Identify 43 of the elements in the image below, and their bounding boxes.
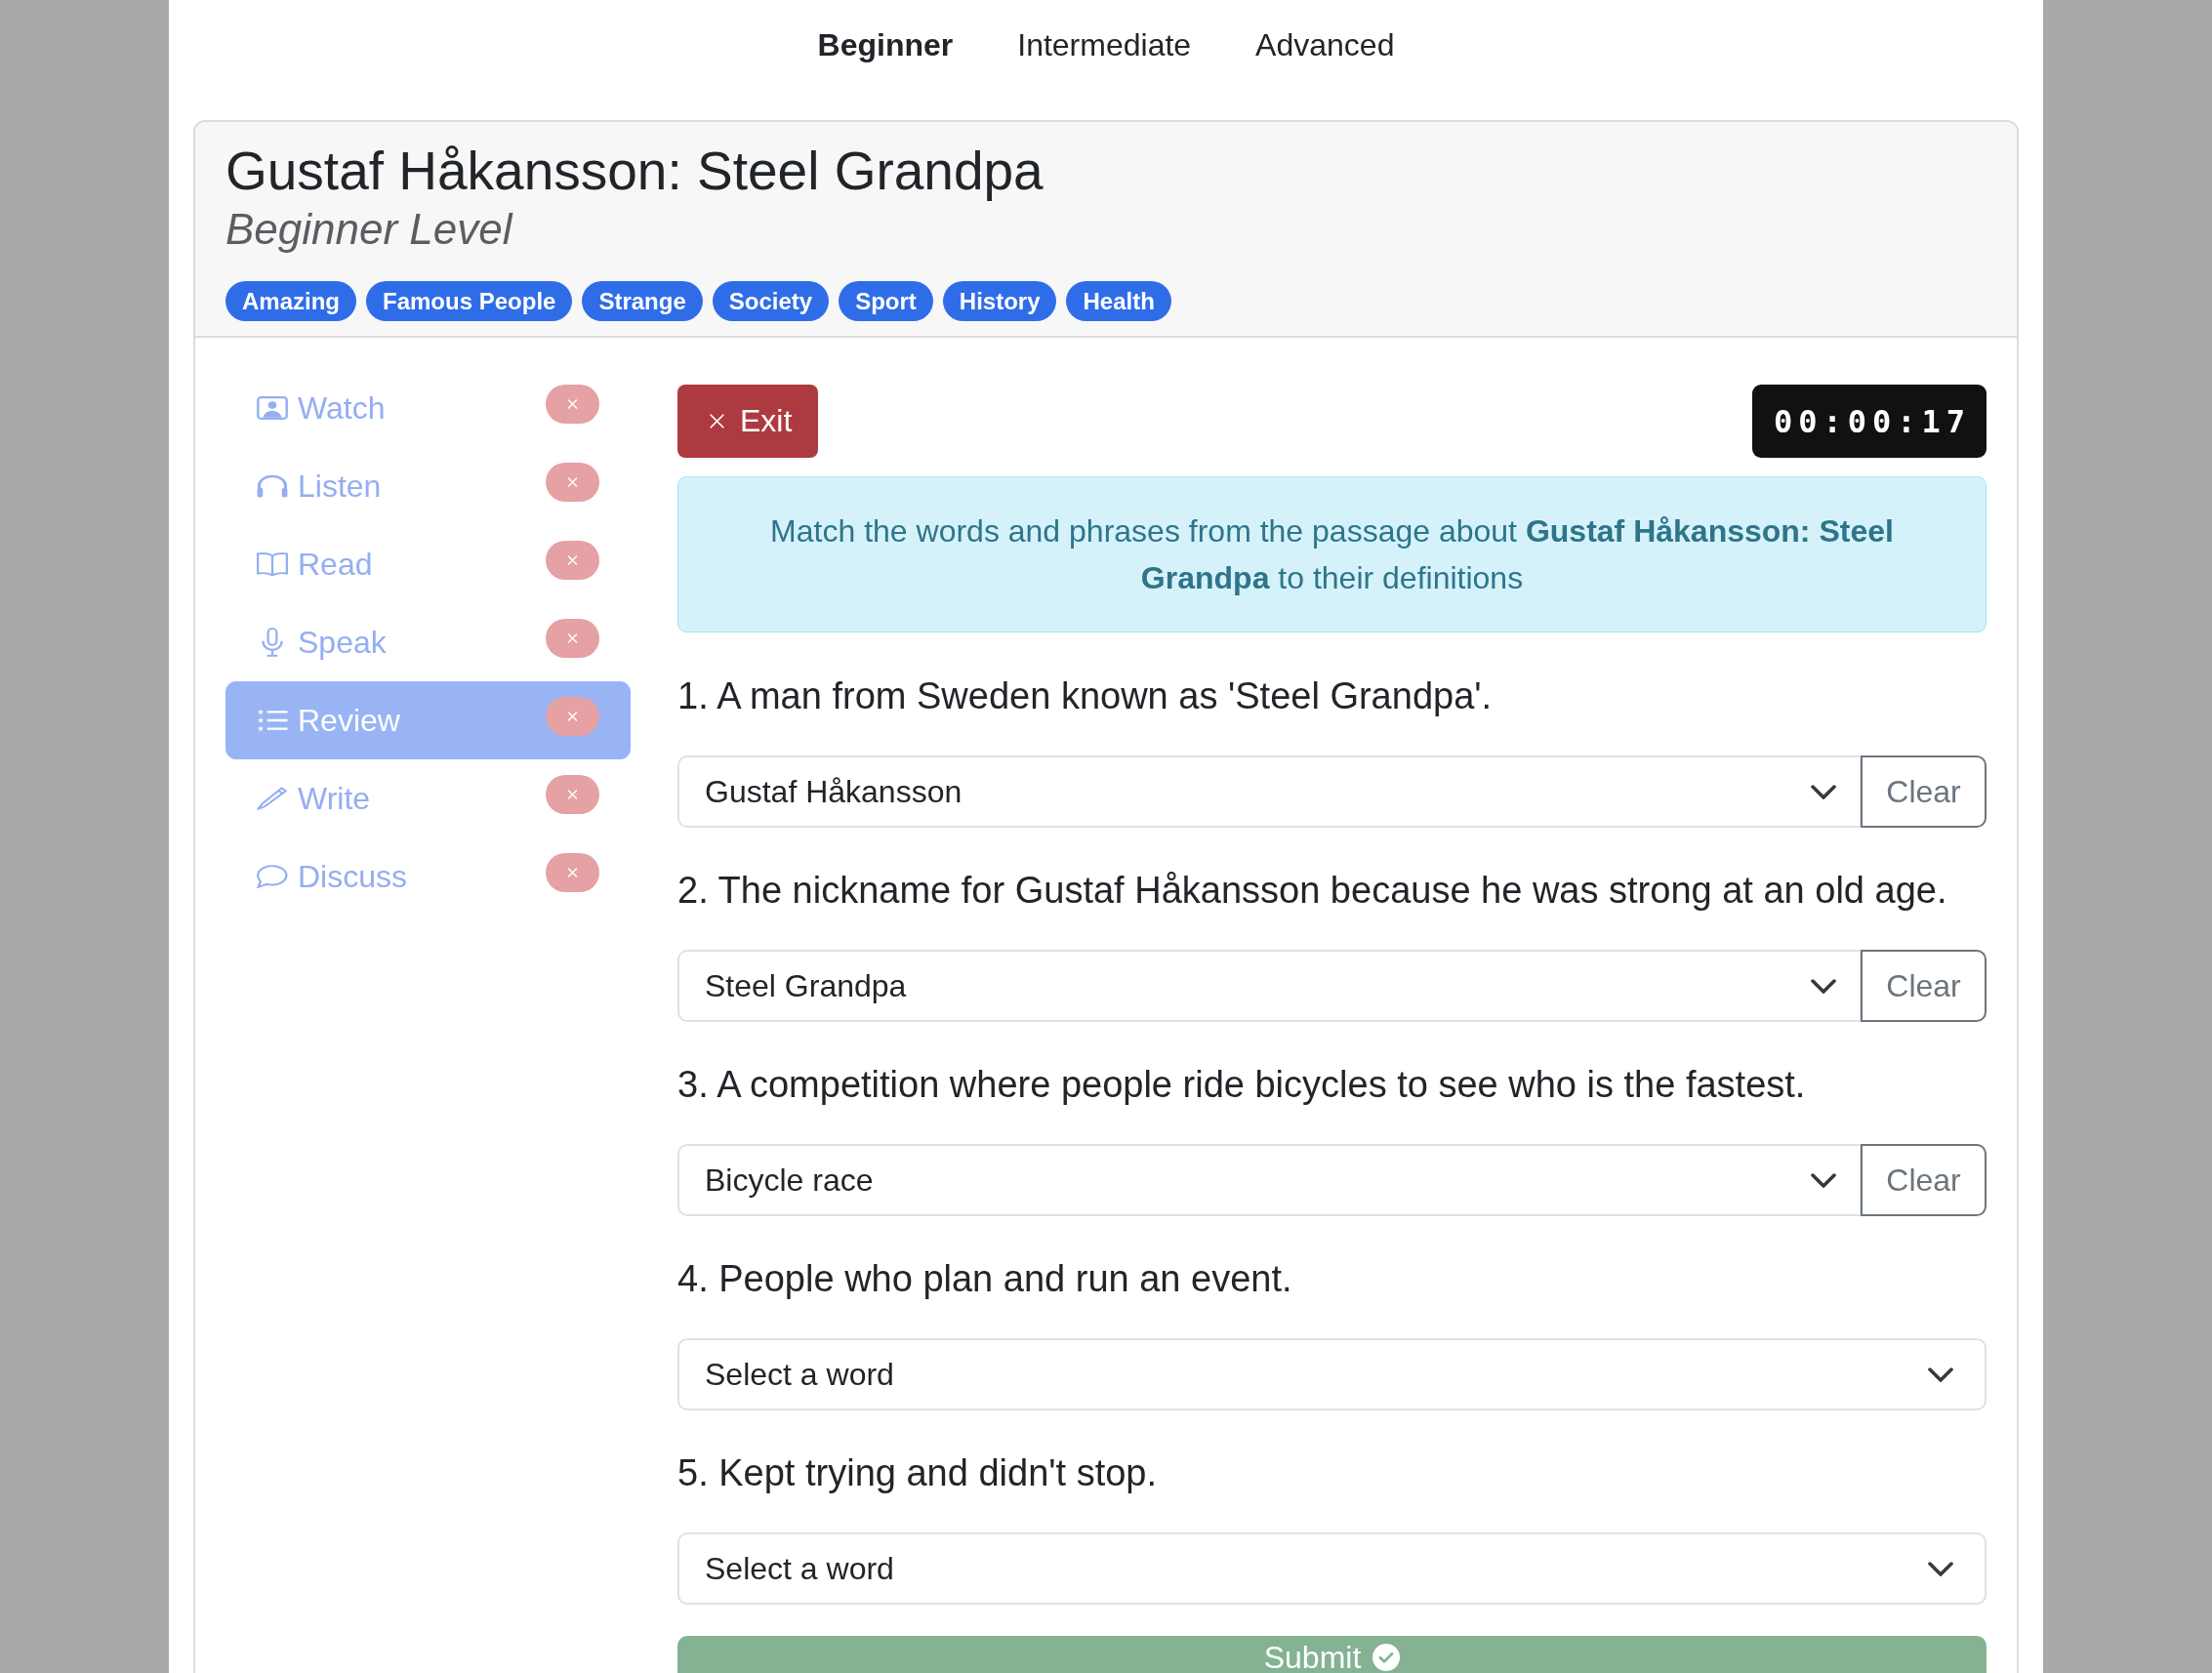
word-select[interactable]: Gustaf Håkansson (677, 755, 1862, 828)
chevron-down-icon (1811, 784, 1836, 799)
exit-button[interactable]: Exit (677, 385, 819, 458)
word-select[interactable]: Steel Grandpa (677, 950, 1862, 1022)
question-text: 1. A man from Sweden known as 'Steel Grandpa'. (677, 674, 1494, 718)
list-icon (257, 709, 288, 732)
level-tab[interactable]: Beginner (785, 25, 986, 64)
clear-button[interactable]: Clear (1861, 755, 1987, 828)
word-select[interactable]: Select a word (677, 1532, 1987, 1605)
microphone-icon (262, 628, 283, 657)
topic-tag: Amazing (225, 281, 356, 321)
instructions-alert: Match the words and phrases from the passage about Gustaf Håkansson: Steel Grandpa to their definitions (677, 476, 1987, 632)
chevron-down-icon (1928, 1561, 1953, 1576)
lesson-title: Gustaf Håkansson: Steel Grandpa (225, 140, 1045, 202)
topic-tag: Society (712, 281, 830, 321)
topic-tag: Health (1066, 281, 1171, 321)
speech-bubble-icon (257, 865, 288, 888)
pen-icon (257, 787, 288, 810)
level-tab[interactable]: Intermediate (985, 25, 1224, 64)
topic-tag: Strange (582, 281, 703, 321)
timer-display: 00:00:17 (1752, 385, 1987, 458)
clear-button[interactable]: Clear (1861, 1144, 1987, 1216)
level-tab[interactable]: Advanced (1223, 25, 1427, 64)
chevron-down-icon (1811, 978, 1836, 994)
topic-tag: Famous People (366, 281, 573, 321)
clear-button[interactable]: Clear (1861, 950, 1987, 1022)
chevron-down-icon (1928, 1367, 1953, 1382)
portrait-icon (257, 396, 288, 420)
word-select[interactable]: Bicycle race (677, 1144, 1862, 1216)
check-circle-icon (1372, 1644, 1401, 1671)
headphones-icon (257, 474, 288, 498)
lesson-level: Beginner Level (225, 204, 514, 255)
chevron-down-icon (1811, 1172, 1836, 1188)
word-select[interactable]: Select a word (677, 1338, 1987, 1410)
topic-tag: History (942, 281, 1057, 321)
question-text: 2. The nickname for Gustaf Håkansson because he was strong at an old age. (677, 869, 1948, 913)
book-icon (257, 552, 288, 576)
topic-tag: Sport (839, 281, 933, 321)
question-text: 3. A competition where people ride bicycles to see who is the fastest. (677, 1063, 1807, 1107)
submit-button[interactable]: Submit (677, 1636, 1987, 1673)
question-text: 4. People who plan and run an event. (677, 1257, 1293, 1301)
question-text: 5. Kept trying and didn't stop. (677, 1451, 1158, 1495)
close-icon (710, 414, 724, 428)
